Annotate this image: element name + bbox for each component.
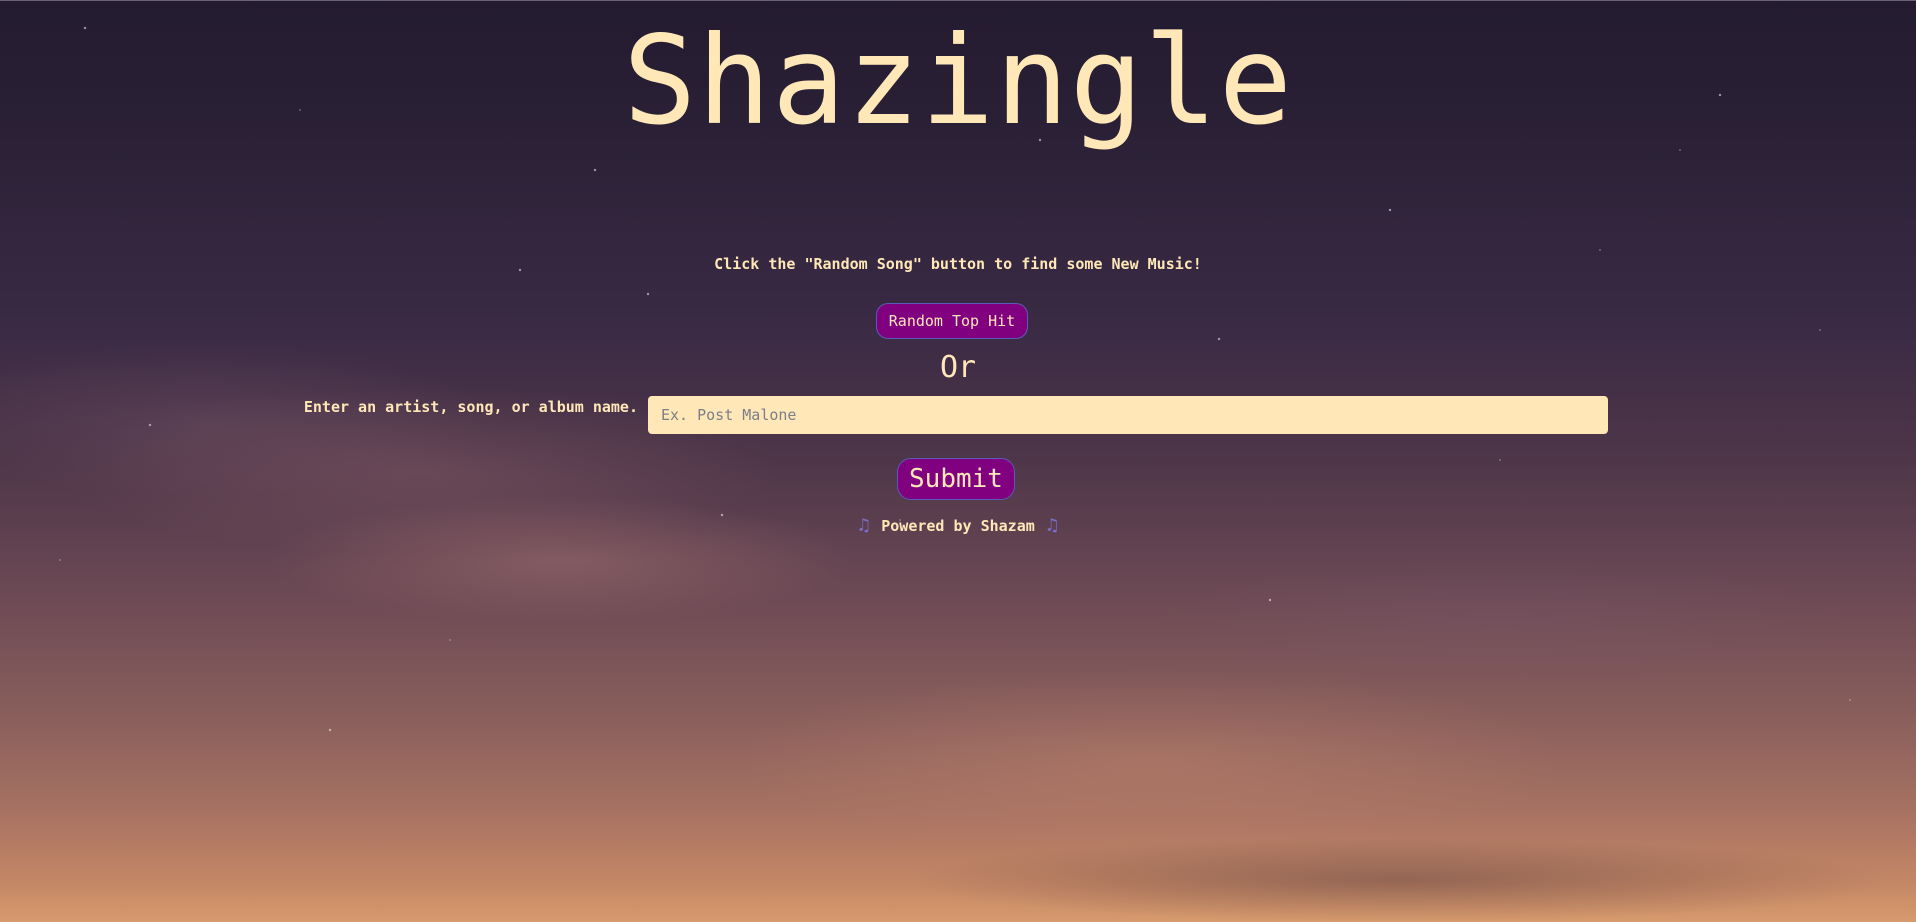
music-notes-icon: ♫ xyxy=(858,515,870,536)
instructions-text: Click the "Random Song" button to find s… xyxy=(714,255,1202,273)
search-input[interactable] xyxy=(648,396,1608,434)
top-border xyxy=(0,0,1916,1)
random-top-hit-button[interactable]: Random Top Hit xyxy=(876,303,1028,339)
powered-by: ♫ Powered by Shazam ♫ xyxy=(0,515,1916,536)
submit-button[interactable]: Submit xyxy=(897,458,1015,500)
or-separator: Or xyxy=(939,350,977,385)
music-notes-icon: ♫ xyxy=(1046,515,1058,536)
app-title: Shazingle xyxy=(622,10,1294,152)
powered-by-text: Powered by Shazam xyxy=(881,517,1035,535)
search-label: Enter an artist, song, or album name. xyxy=(303,398,638,416)
